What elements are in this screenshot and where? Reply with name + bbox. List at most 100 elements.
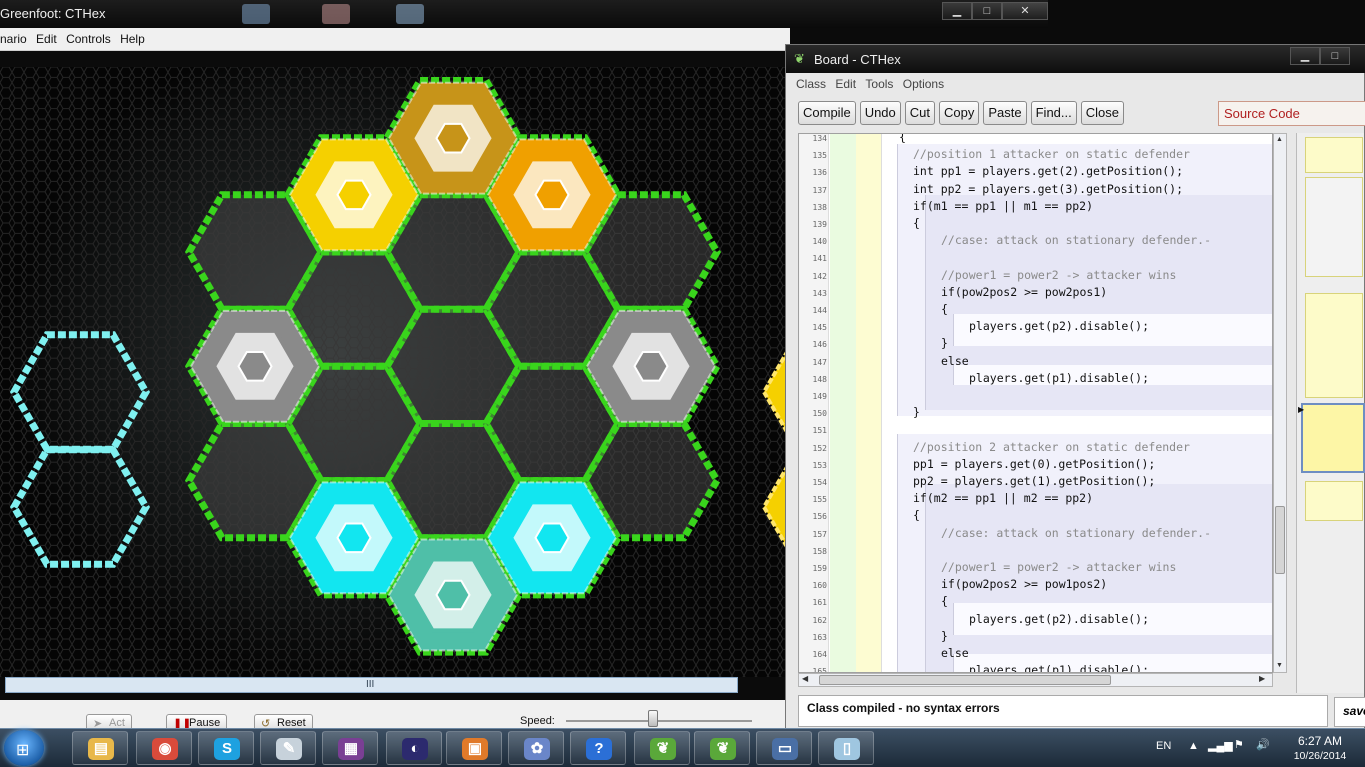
code-editor[interactable]: 134 {135 //position 1 attacker on static d… — [798, 133, 1273, 673]
package-icon: ▣ — [462, 738, 488, 760]
menu-controls[interactable]: Controls — [66, 32, 111, 46]
help-icon: ? — [586, 738, 612, 760]
background-window-icon — [242, 4, 270, 24]
find-button[interactable]: Find... — [1030, 101, 1077, 125]
code-line: int pp1 = players.get(2).getPosition(); — [913, 164, 1184, 179]
line-number: 154 — [812, 478, 827, 487]
action-center-icon[interactable]: ⚑ — [1234, 738, 1244, 767]
taskbar: ⊞ ▤ ◉ S ✎ ▦ ◐ ▣ ✿? ❦ ❦ ▭ ▯ EN ▲ ▂▄▆ ⚑ 🔊 6:27 AM 10/… — [0, 728, 1365, 767]
line-number: 153 — [812, 460, 827, 470]
scope-bar — [856, 134, 882, 672]
scrollbar-thumb[interactable] — [1275, 506, 1285, 574]
taskbar-app-button[interactable]: ◐ — [386, 731, 442, 765]
scroll-down-arrow[interactable]: ▼ — [1276, 662, 1283, 669]
greenfoot-menu-bar: nario Edit Controls Help — [0, 28, 790, 51]
copy-button[interactable]: Copy — [939, 101, 980, 125]
taskbar-app-button[interactable]: ✿ — [508, 731, 564, 765]
scrollbar-grip: III — [366, 679, 375, 690]
code-navigator[interactable]: ▶ — [1296, 133, 1365, 693]
speed-slider-thumb[interactable] — [648, 710, 659, 727]
navigator-viewport[interactable] — [1301, 403, 1365, 473]
taskbar-app-button[interactable]: ◉ — [136, 731, 192, 765]
menu-class[interactable]: Class — [796, 77, 826, 91]
clock[interactable]: 6:27 AM 10/26/2014 — [1285, 734, 1355, 764]
status-bar: Class compiled - no syntax errors — [798, 695, 1328, 727]
start-button[interactable]: ⊞ — [4, 730, 44, 766]
greenfoot-close-button[interactable]: ✕ — [1002, 2, 1048, 20]
taskbar-app-button[interactable]: ▤ — [72, 731, 128, 765]
menu-tools[interactable]: Tools — [865, 77, 893, 91]
taskbar-app-button[interactable]: ▯ — [818, 731, 874, 765]
taskbar-app-button[interactable]: S — [198, 731, 254, 765]
code-line: pp2 = players.get(1).getPosition(); — [913, 474, 1156, 488]
code-line: { — [913, 216, 920, 230]
cut-button[interactable]: Cut — [904, 101, 935, 125]
line-number: 150 — [812, 409, 827, 419]
code-line: { — [941, 594, 948, 609]
scroll-right-arrow[interactable]: ▶ — [1259, 674, 1265, 683]
taskbar-app-button[interactable]: ✎ — [260, 731, 316, 765]
code-line: { — [941, 302, 948, 316]
close-button[interactable]: Close — [1080, 101, 1124, 125]
menu-edit[interactable]: Edit — [835, 77, 856, 91]
taskbar-app-button[interactable]: ? — [570, 731, 626, 765]
gray-piece-core[interactable] — [237, 351, 273, 382]
speed-slider-track[interactable] — [566, 720, 752, 722]
greenfoot-title-bar: Greenfoot: CTHex ▁ □ ✕ — [0, 0, 1048, 28]
editor-window-title: Board - CTHex — [814, 52, 901, 67]
yellow-piece-core[interactable] — [336, 179, 372, 211]
code-line: if(m2 == pp1 || m2 == pp2) — [913, 491, 1094, 506]
view-selector[interactable]: Source Code — [1218, 101, 1365, 126]
scroll-up-arrow[interactable]: ▲ — [1276, 136, 1283, 143]
gold-piece-core[interactable] — [435, 122, 471, 154]
explorer-icon: ▤ — [88, 738, 114, 760]
code-line: pp1 = players.get(0).getPosition(); — [913, 456, 1156, 471]
code-line: if(m1 == pp1 || m1 == pp2) — [913, 198, 1094, 213]
taskbar-app-button[interactable]: ▦ — [322, 731, 378, 765]
greenfoot-minimize-button[interactable]: ▁ — [942, 2, 972, 20]
scrollbar-thumb[interactable] — [819, 675, 1111, 685]
menu-scenario[interactable]: nario — [0, 32, 27, 46]
menu-edit[interactable]: Edit — [36, 32, 57, 46]
cyan-piece-core[interactable] — [336, 522, 372, 554]
speed-label: Speed: — [520, 715, 555, 727]
code-vertical-scrollbar[interactable]: ▲ ▼ — [1273, 133, 1287, 673]
greenfoot-maximize-button[interactable]: □ — [972, 2, 1002, 20]
hex-board[interactable] — [0, 67, 786, 677]
code-line: //position 1 attacker on static defender — [913, 147, 1190, 162]
gray-piece-core[interactable] — [633, 351, 669, 382]
volume-icon[interactable]: 🔊 — [1256, 738, 1270, 767]
game-world[interactable] — [0, 67, 786, 677]
editor-minimize-button[interactable]: ▁ — [1290, 47, 1320, 65]
network-icon[interactable]: ▂▄▆ — [1208, 739, 1233, 767]
menu-options[interactable]: Options — [903, 77, 944, 91]
world-horizontal-scrollbar[interactable]: III — [5, 677, 738, 693]
navigator-block — [1305, 293, 1363, 398]
undo-button[interactable]: Undo — [859, 101, 901, 125]
taskbar-app-button[interactable]: ▣ — [446, 731, 502, 765]
greenfoot-icon: ❦ — [650, 738, 676, 760]
editor-window: ❦ Board - CTHex ▁ □ Class Edit Tools Opt… — [785, 44, 1365, 734]
taskbar-app-button[interactable]: ▭ — [756, 731, 812, 765]
clock-time: 6:27 AM — [1297, 734, 1343, 748]
scroll-left-arrow[interactable]: ◀ — [802, 674, 808, 683]
cyan-piece-core[interactable] — [534, 522, 570, 554]
orange-piece-core[interactable] — [534, 179, 570, 211]
show-hidden-icons[interactable]: ▲ — [1188, 740, 1199, 767]
menu-help[interactable]: Help — [120, 32, 145, 46]
line-number: 142 — [812, 271, 827, 281]
notepad-icon: ▯ — [834, 738, 860, 760]
language-indicator[interactable]: EN — [1156, 740, 1171, 767]
editor-maximize-button[interactable]: □ — [1320, 47, 1350, 65]
compile-button[interactable]: Compile — [798, 101, 856, 125]
greenfoot-controls: ➤ Act ❚❚ Pause ↺ Reset Speed: — [0, 700, 790, 732]
code-line: //case: attack on stationary defender.- — [941, 233, 1212, 248]
teal-piece-core[interactable] — [435, 579, 471, 611]
code-horizontal-scrollbar[interactable]: ◀ ▶ — [798, 673, 1273, 687]
navigator-block — [1305, 481, 1363, 521]
taskbar-app-button[interactable]: ❦ — [634, 731, 690, 765]
line-number: 156 — [812, 512, 827, 522]
paste-button[interactable]: Paste — [983, 101, 1027, 125]
code-line: players.get(p2).disable(); — [969, 319, 1150, 334]
taskbar-app-button[interactable]: ❦ — [694, 731, 750, 765]
